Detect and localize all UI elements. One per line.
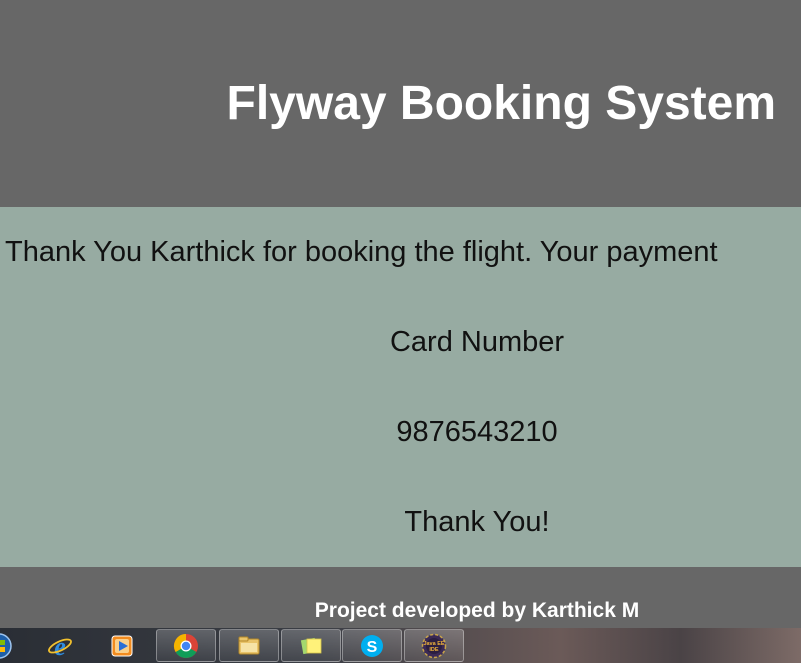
svg-text:S: S	[367, 639, 378, 656]
taskbar-sticky-notes[interactable]	[281, 629, 341, 662]
taskbar-java-ee-ide[interactable]: Java EE IDE	[404, 629, 464, 662]
confirmation-panel: Thank You Karthick for booking the fligh…	[0, 207, 801, 567]
page-title: Flyway Booking System	[226, 77, 777, 130]
skype-icon: S	[361, 634, 383, 657]
svg-text:e: e	[54, 633, 66, 659]
taskbar-internet-explorer[interactable]: e	[35, 629, 85, 662]
file-explorer-icon	[238, 636, 260, 654]
chrome-icon	[173, 633, 198, 658]
internet-explorer-icon: e	[48, 633, 72, 659]
page-footer: Project developed by Karthick M	[0, 567, 801, 628]
taskbar-file-explorer[interactable]	[219, 629, 279, 662]
confirmation-message: Thank You Karthick for booking the fligh…	[5, 236, 718, 268]
card-number-label: Card Number	[389, 326, 565, 358]
card-number-value: 9876543210	[396, 416, 558, 448]
taskbar-media-player[interactable]	[97, 629, 147, 662]
start-button[interactable]	[0, 629, 24, 662]
java-ee-ide-icon: Java EE IDE	[421, 633, 447, 658]
taskbar-skype[interactable]: S	[342, 629, 402, 662]
footer-credit: Project developed by Karthick M	[314, 599, 640, 622]
start-orb-icon	[0, 632, 12, 659]
svg-text:IDE: IDE	[429, 647, 439, 653]
media-player-icon	[111, 635, 133, 656]
closing-message: Thank You!	[404, 506, 550, 538]
taskbar-chrome[interactable]	[156, 629, 216, 662]
sticky-notes-icon	[300, 637, 322, 654]
page-header: Flyway Booking System	[0, 0, 801, 207]
os-taskbar: e S Java EE IDE	[0, 628, 801, 663]
